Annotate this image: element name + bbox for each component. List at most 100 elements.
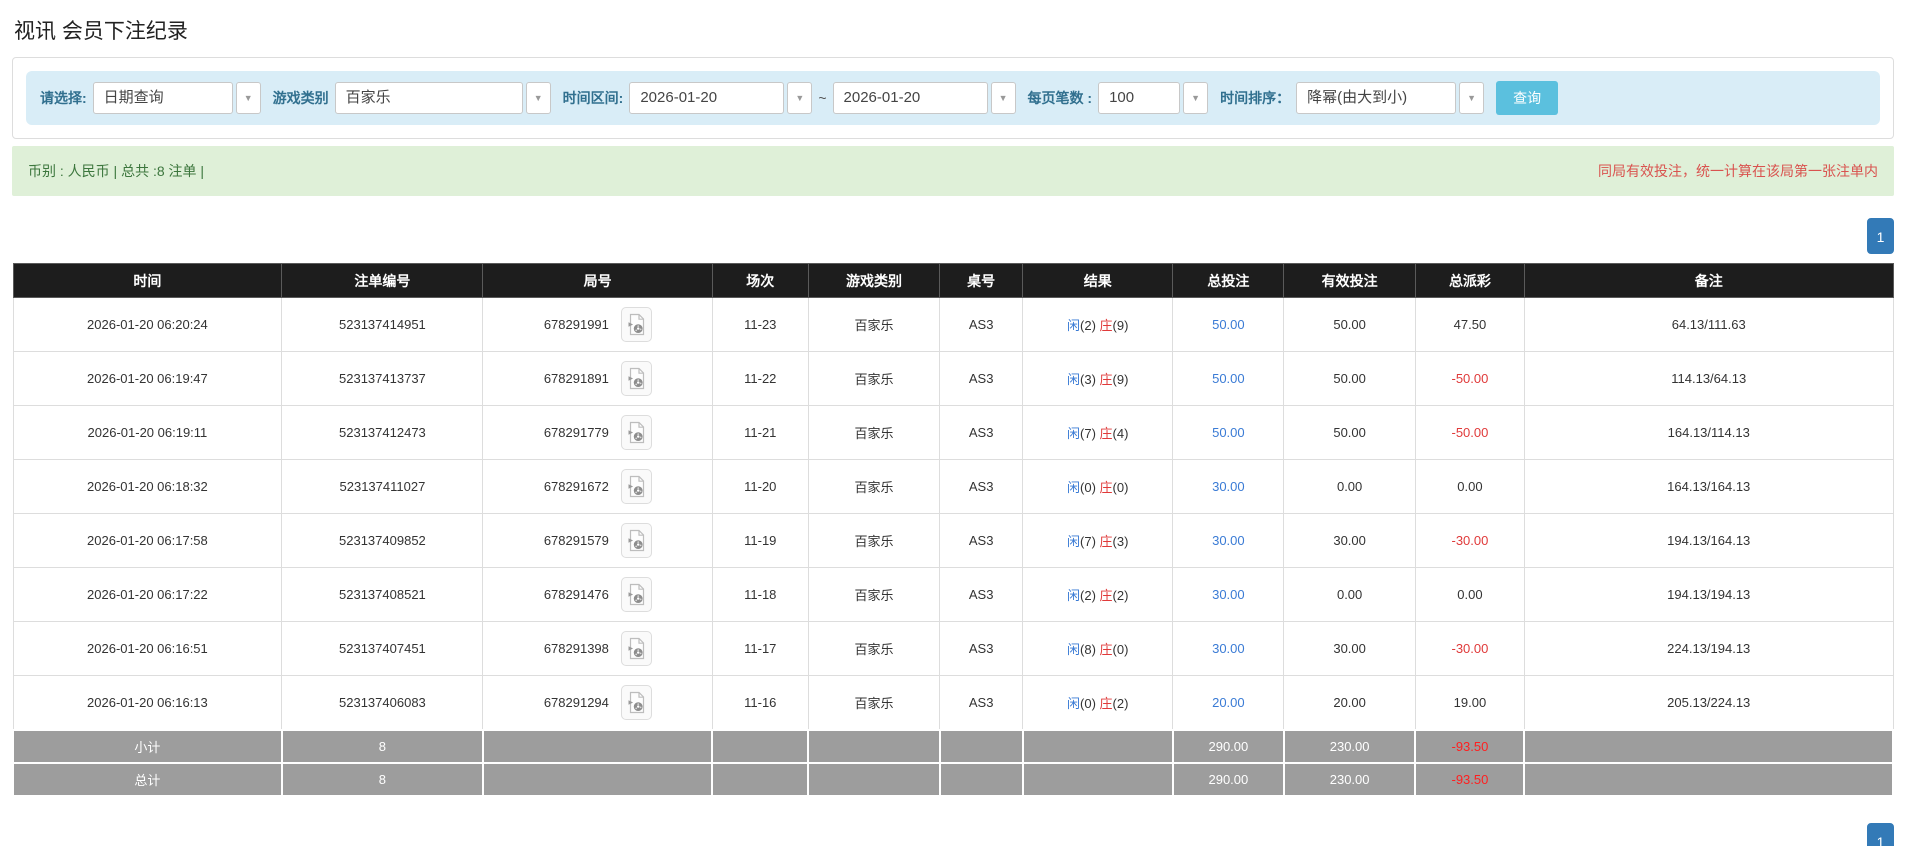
time-sort-select[interactable]: 降幂(由大到小): [1296, 82, 1456, 114]
totals-empty: [483, 730, 712, 763]
cell-table-number: AS3: [940, 622, 1023, 676]
result-banker-score: (9): [1113, 372, 1129, 387]
cell-time: 2026-01-20 06:17:22: [13, 568, 282, 622]
totals-empty: [483, 763, 712, 796]
cell-round: 678291891: [483, 352, 712, 406]
result-player: 闲: [1067, 534, 1080, 549]
totals-empty: [808, 730, 940, 763]
chevron-down-icon[interactable]: ▼: [1183, 82, 1208, 114]
query-type-select[interactable]: 日期查询: [93, 82, 233, 114]
video-replay-button[interactable]: [621, 631, 652, 666]
cell-total-bet[interactable]: 50.00: [1173, 352, 1284, 406]
cell-valid-bet: 20.00: [1284, 676, 1416, 730]
cell-result: 闲(7) 庄(4): [1023, 406, 1173, 460]
cell-total-bet[interactable]: 30.00: [1173, 460, 1284, 514]
cell-remark: 164.13/164.13: [1524, 460, 1893, 514]
query-button[interactable]: 查询: [1496, 81, 1558, 115]
chevron-down-icon[interactable]: ▼: [1459, 82, 1484, 114]
cell-time: 2026-01-20 06:19:47: [13, 352, 282, 406]
cell-bet-number: 523137408521: [282, 568, 483, 622]
totals-valid-bet: 230.00: [1284, 730, 1416, 763]
range-separator: ~: [818, 90, 826, 106]
result-player: 闲: [1067, 480, 1080, 495]
pagination-top: 1: [12, 218, 1894, 254]
cell-table-number: AS3: [940, 352, 1023, 406]
date-from-select[interactable]: 2026-01-20: [629, 82, 784, 114]
cell-total-bet[interactable]: 20.00: [1173, 676, 1284, 730]
round-number: 678291672: [544, 479, 609, 494]
totals-empty: [712, 730, 808, 763]
cell-payout: -50.00: [1415, 406, 1524, 460]
cell-total-bet[interactable]: 30.00: [1173, 514, 1284, 568]
cell-game-type: 百家乐: [808, 352, 940, 406]
summary-bar: 币别 : 人民币 | 总共 :8 注单 | 同局有效投注，统一计算在该局第一张注…: [12, 146, 1894, 196]
video-replay-button[interactable]: [621, 415, 652, 450]
cell-game-type: 百家乐: [808, 622, 940, 676]
cell-payout: -30.00: [1415, 622, 1524, 676]
table-row: 2026-01-20 06:17:58523137409852678291579…: [13, 514, 1893, 568]
cell-time: 2026-01-20 06:16:13: [13, 676, 282, 730]
cell-round: 678291398: [483, 622, 712, 676]
totals-valid-bet: 230.00: [1284, 763, 1416, 796]
totals-count: 8: [282, 730, 483, 763]
cell-bet-number: 523137407451: [282, 622, 483, 676]
game-type-label: 游戏类别: [273, 88, 329, 108]
page-1-button[interactable]: 1: [1867, 823, 1894, 846]
result-banker-score: (2): [1113, 588, 1129, 603]
video-replay-button[interactable]: [621, 361, 652, 396]
column-header-8: 有效投注: [1284, 264, 1416, 298]
video-replay-button[interactable]: [621, 523, 652, 558]
date-to-select[interactable]: 2026-01-20: [833, 82, 988, 114]
column-header-1: 注单编号: [282, 264, 483, 298]
result-player: 闲: [1067, 372, 1080, 387]
cell-game-type: 百家乐: [808, 460, 940, 514]
cell-session: 11-22: [712, 352, 808, 406]
cell-payout: 19.00: [1415, 676, 1524, 730]
cell-session: 11-23: [712, 298, 808, 352]
currency-summary-text: 币别 : 人民币 | 总共 :8 注单 |: [28, 161, 204, 181]
page-1-button[interactable]: 1: [1867, 218, 1894, 254]
column-header-6: 结果: [1023, 264, 1173, 298]
totals-empty: [808, 763, 940, 796]
table-body: 2026-01-20 06:20:24523137414951678291991…: [13, 298, 1893, 796]
result-banker: 庄: [1100, 588, 1113, 603]
cell-bet-number: 523137414951: [282, 298, 483, 352]
game-type-select[interactable]: 百家乐: [335, 82, 523, 114]
video-replay-icon: [626, 475, 646, 498]
chevron-down-icon[interactable]: ▼: [236, 82, 261, 114]
cell-total-bet[interactable]: 30.00: [1173, 622, 1284, 676]
cell-game-type: 百家乐: [808, 676, 940, 730]
cell-total-bet[interactable]: 30.00: [1173, 568, 1284, 622]
result-player: 闲: [1067, 318, 1080, 333]
result-player: 闲: [1067, 696, 1080, 711]
video-replay-button[interactable]: [621, 577, 652, 612]
round-number: 678291891: [544, 371, 609, 386]
per-page-select[interactable]: 100: [1098, 82, 1180, 114]
cell-result: 闲(0) 庄(2): [1023, 676, 1173, 730]
column-header-5: 桌号: [940, 264, 1023, 298]
result-banker: 庄: [1100, 534, 1113, 549]
video-replay-button[interactable]: [621, 307, 652, 342]
chevron-down-icon[interactable]: ▼: [991, 82, 1016, 114]
totals-empty: [1524, 763, 1893, 796]
cell-table-number: AS3: [940, 406, 1023, 460]
cell-total-bet[interactable]: 50.00: [1173, 406, 1284, 460]
result-banker: 庄: [1100, 696, 1113, 711]
video-replay-button[interactable]: [621, 685, 652, 720]
video-replay-button[interactable]: [621, 469, 652, 504]
video-replay-icon: [626, 529, 646, 552]
betting-records-page: 视讯 会员下注纪录 请选择: 日期查询 ▼ 游戏类别 百家乐 ▼ 时间区间: 2…: [0, 0, 1906, 846]
result-player-score: (2): [1080, 588, 1100, 603]
chevron-down-icon[interactable]: ▼: [526, 82, 551, 114]
totals-label: 总计: [13, 763, 282, 796]
video-replay-icon: [626, 421, 646, 444]
cell-valid-bet: 50.00: [1284, 298, 1416, 352]
totals-count: 8: [282, 763, 483, 796]
round-number: 678291579: [544, 533, 609, 548]
cell-payout: 47.50: [1415, 298, 1524, 352]
table-row: 2026-01-20 06:19:11523137412473678291779…: [13, 406, 1893, 460]
totals-empty: [940, 763, 1023, 796]
chevron-down-icon[interactable]: ▼: [787, 82, 812, 114]
cell-payout: 0.00: [1415, 568, 1524, 622]
cell-total-bet[interactable]: 50.00: [1173, 298, 1284, 352]
